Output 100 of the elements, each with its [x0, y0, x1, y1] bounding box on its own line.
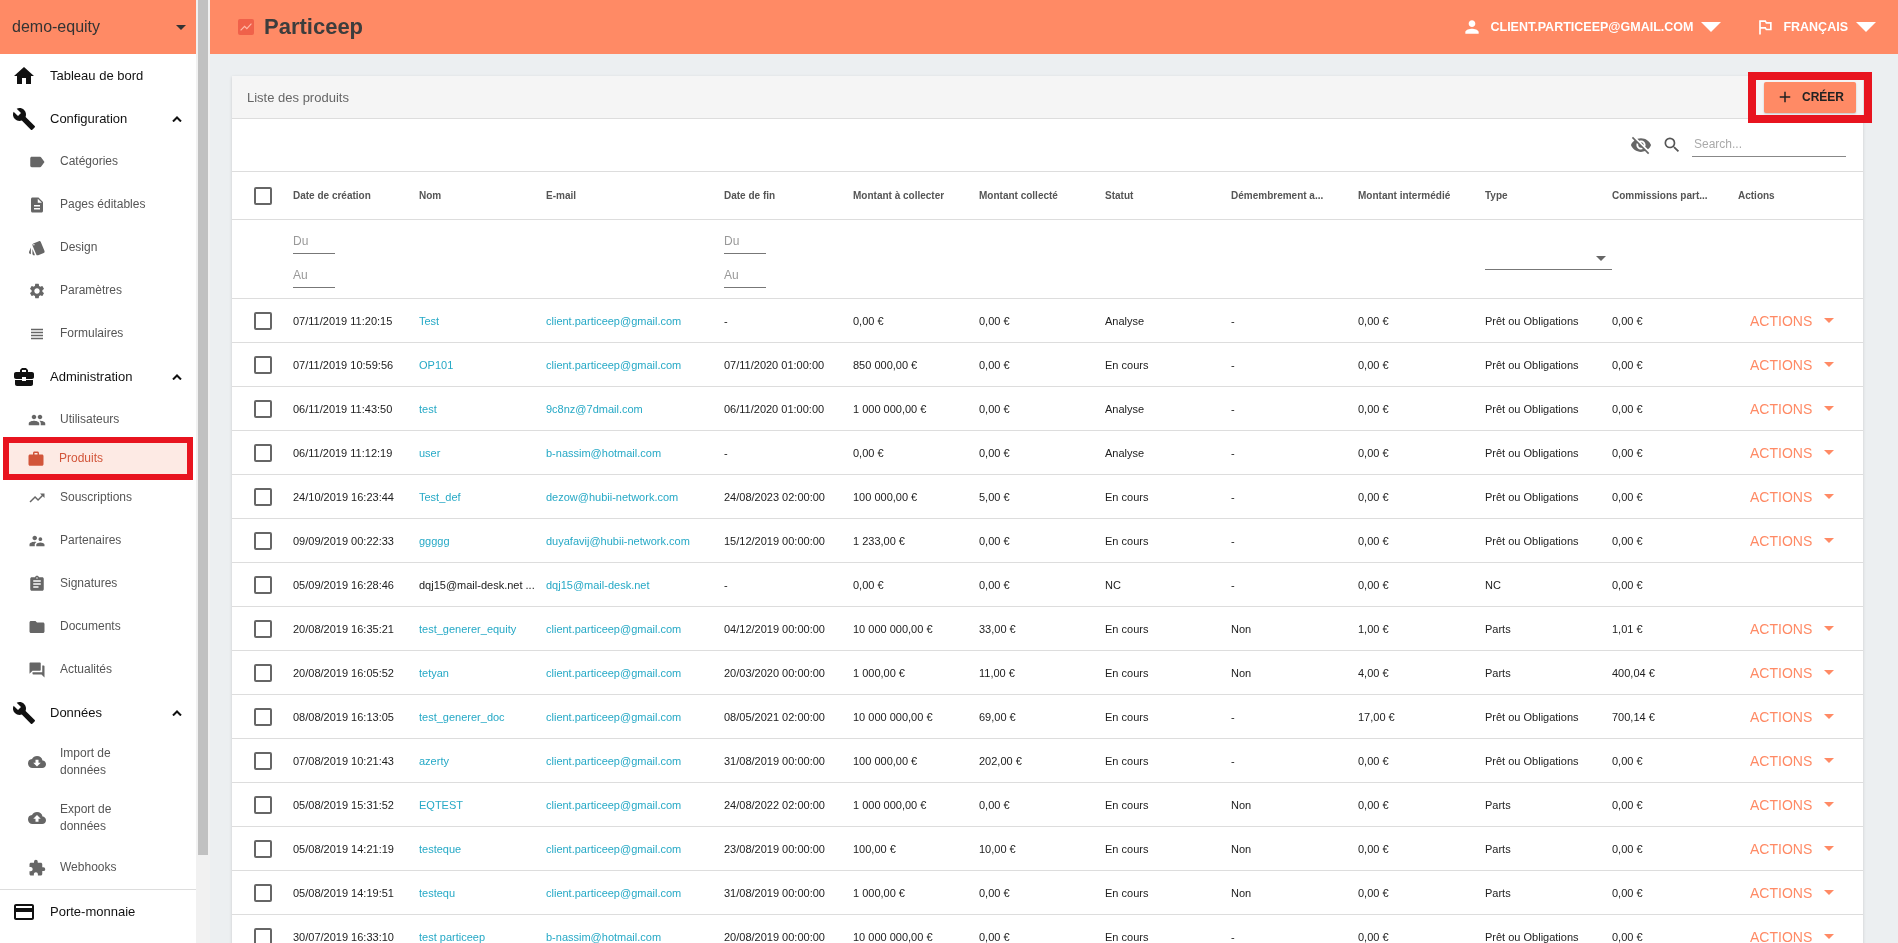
table-link[interactable]: test_generer_doc: [419, 710, 546, 723]
sidebar-group[interactable]: Configuration: [0, 97, 196, 140]
checkbox[interactable]: [253, 311, 272, 330]
table-link[interactable]: azerty: [419, 754, 546, 767]
checkbox[interactable]: [253, 443, 272, 462]
table-link[interactable]: client.particeep@gmail.com: [546, 842, 724, 855]
checkbox[interactable]: [253, 619, 272, 638]
actions-button[interactable]: ACTIONS: [1738, 488, 1863, 505]
checkbox[interactable]: [253, 531, 272, 550]
sidebar-item[interactable]: Design: [6, 226, 190, 269]
checkbox[interactable]: [253, 707, 272, 726]
table-link[interactable]: testeque: [419, 842, 546, 855]
sidebar-item[interactable]: Import de données: [6, 734, 190, 790]
actions-button[interactable]: ACTIONS: [1738, 356, 1863, 373]
table-link[interactable]: client.particeep@gmail.com: [546, 666, 724, 679]
checkbox[interactable]: [253, 575, 272, 594]
table-cell-text: 0,00 €: [979, 886, 1011, 899]
checkbox[interactable]: [253, 355, 272, 374]
table-link[interactable]: test_generer_equity: [419, 622, 546, 635]
checkbox[interactable]: [253, 839, 272, 858]
table-link[interactable]: Test: [419, 314, 546, 327]
sidebar-item[interactable]: Utilisateurs: [6, 398, 190, 441]
column-header[interactable]: Type: [1485, 190, 1612, 201]
sidebar-item[interactable]: Actualités: [6, 648, 190, 691]
column-header[interactable]: Nom: [419, 190, 546, 201]
sidebar-group[interactable]: Administration: [0, 355, 196, 398]
table-link[interactable]: test: [419, 402, 546, 415]
table-link[interactable]: ggggg: [419, 534, 546, 547]
sidebar-item[interactable]: Export de données: [6, 790, 190, 846]
language-menu[interactable]: FRANÇAIS: [1755, 17, 1876, 37]
actions-button[interactable]: ACTIONS: [1738, 664, 1863, 681]
table-link[interactable]: client.particeep@gmail.com: [546, 886, 724, 899]
table-link[interactable]: client.particeep@gmail.com: [546, 754, 724, 767]
checkbox[interactable]: [253, 751, 272, 770]
column-header[interactable]: Statut: [1105, 190, 1231, 201]
column-header[interactable]: Date de création: [293, 190, 419, 201]
table-link[interactable]: client.particeep@gmail.com: [546, 622, 724, 635]
table-link[interactable]: duyafavij@hubii-network.com: [546, 534, 724, 547]
table-link[interactable]: testequ: [419, 886, 546, 899]
actions-button[interactable]: ACTIONS: [1738, 928, 1863, 943]
column-header[interactable]: Commissions part...: [1612, 190, 1738, 201]
sidebar-item[interactable]: Paramètres: [6, 269, 190, 312]
table-link[interactable]: client.particeep@gmail.com: [546, 710, 724, 723]
actions-button[interactable]: ACTIONS: [1738, 796, 1863, 813]
sidebar-item[interactable]: Formulaires: [6, 312, 190, 355]
checkbox[interactable]: [253, 487, 272, 506]
checkbox[interactable]: [253, 663, 272, 682]
sidebar-item[interactable]: Partenaires: [6, 519, 190, 562]
actions-button[interactable]: ACTIONS: [1738, 532, 1863, 549]
checkbox[interactable]: [253, 927, 272, 943]
sidebar-item[interactable]: Webhooks: [6, 846, 190, 889]
table-link[interactable]: dezow@hubii-network.com: [546, 490, 724, 503]
column-header[interactable]: Actions: [1738, 190, 1863, 201]
table-link[interactable]: client.particeep@gmail.com: [546, 798, 724, 811]
actions-button[interactable]: ACTIONS: [1738, 708, 1863, 725]
actions-button[interactable]: ACTIONS: [1738, 444, 1863, 461]
checkbox[interactable]: [253, 795, 272, 814]
sidebar-link[interactable]: Tableau de bord: [0, 54, 196, 97]
table-link[interactable]: 9c8nz@7dmail.com: [546, 402, 724, 415]
checkbox[interactable]: [253, 883, 272, 902]
actions-button[interactable]: ACTIONS: [1738, 400, 1863, 417]
user-menu[interactable]: CLIENT.PARTICEEP@GMAIL.COM: [1462, 17, 1722, 37]
table-link[interactable]: tetyan: [419, 666, 546, 679]
sidebar-item[interactable]: Documents: [6, 605, 190, 648]
account-switcher[interactable]: demo-equity: [0, 0, 196, 54]
checkbox[interactable]: [253, 399, 272, 418]
column-header[interactable]: E-mail: [546, 190, 724, 201]
scrollbar[interactable]: [196, 0, 210, 943]
table-link[interactable]: b-nassim@hotmail.com: [546, 446, 724, 459]
actions-button[interactable]: ACTIONS: [1738, 312, 1863, 329]
sidebar-item[interactable]: Signatures: [6, 562, 190, 605]
column-header[interactable]: Montant collecté: [979, 190, 1105, 201]
actions-button[interactable]: ACTIONS: [1738, 620, 1863, 637]
table-link[interactable]: client.particeep@gmail.com: [546, 314, 724, 327]
actions-button[interactable]: ACTIONS: [1738, 884, 1863, 901]
table-cell-text: En cours: [1105, 534, 1150, 547]
table-link[interactable]: test particeep: [419, 930, 546, 943]
sidebar-item[interactable]: Souscriptions: [6, 476, 190, 519]
column-header[interactable]: Montant intermédié: [1358, 190, 1485, 201]
table-link[interactable]: EQTEST: [419, 798, 546, 811]
create-button[interactable]: CRÉER: [1764, 81, 1856, 113]
table-cell-text: -: [1231, 490, 1236, 503]
table-link[interactable]: client.particeep@gmail.com: [546, 358, 724, 371]
table-link[interactable]: dqj15@mail-desk.net: [546, 578, 724, 591]
table-link[interactable]: Test_def: [419, 490, 546, 503]
table-link[interactable]: user: [419, 446, 546, 459]
checkbox[interactable]: [253, 186, 272, 205]
sidebar-item[interactable]: Catégories: [6, 140, 190, 183]
column-header[interactable]: Montant à collecter: [853, 190, 979, 201]
sidebar-group[interactable]: Données: [0, 691, 196, 734]
actions-button[interactable]: ACTIONS: [1738, 840, 1863, 857]
table-cell-text: -: [724, 446, 729, 459]
column-header[interactable]: Démembrement a...: [1231, 190, 1358, 201]
table-link[interactable]: OP101: [419, 358, 546, 371]
actions-button[interactable]: ACTIONS: [1738, 752, 1863, 769]
sidebar-item[interactable]: Pages éditables: [6, 183, 190, 226]
sidebar-item[interactable]: Produits: [9, 443, 187, 474]
table-link[interactable]: b-nassim@hotmail.com: [546, 930, 724, 943]
eye-off-icon[interactable]: [1630, 134, 1652, 156]
column-header[interactable]: Date de fin: [724, 190, 853, 201]
